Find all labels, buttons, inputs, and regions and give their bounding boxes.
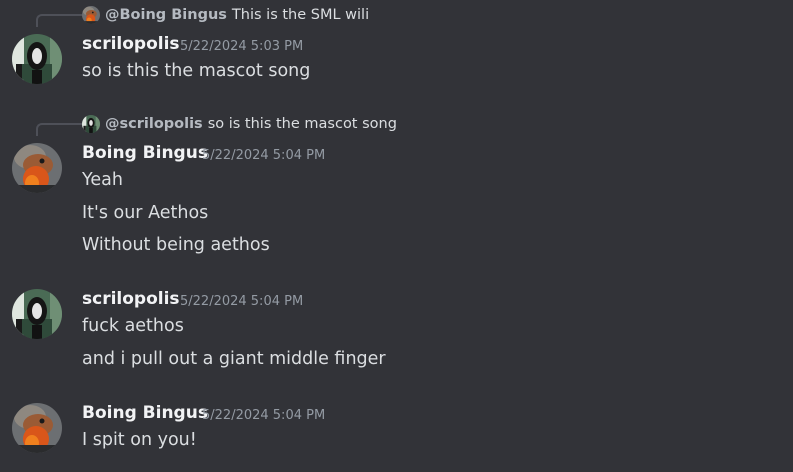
message-text: Yeah xyxy=(82,170,123,190)
dark-figure-avatar-icon xyxy=(82,115,100,133)
reply-text: This is the SML wili xyxy=(231,7,370,23)
message-timestamp: 5/22/2024 5:04 PM xyxy=(202,408,326,423)
reply-preview[interactable]: @scrilopolis so is this the mascot song xyxy=(82,114,397,134)
chat-messages: @Boing Bingus This is the SML wili scril… xyxy=(0,0,793,472)
message-author[interactable]: scrilopolis xyxy=(82,289,180,309)
reply-connector xyxy=(36,14,82,27)
reply-author[interactable]: @Boing Bingus xyxy=(105,7,227,23)
bird-avatar-icon[interactable] xyxy=(12,403,62,453)
message-text: It's our Aethos xyxy=(82,203,209,223)
message-timestamp: 5/22/2024 5:04 PM xyxy=(202,148,326,163)
message-text: I spit on you! xyxy=(82,430,197,450)
message-text: fuck aethos xyxy=(82,316,184,336)
bird-avatar-icon[interactable] xyxy=(12,143,62,193)
message-author[interactable]: Boing Bingus xyxy=(82,403,208,423)
message-author[interactable]: Boing Bingus xyxy=(82,143,208,163)
reply-author[interactable]: @scrilopolis xyxy=(105,116,203,132)
reply-connector xyxy=(36,123,82,136)
dark-figure-avatar-icon[interactable] xyxy=(12,34,62,84)
reply-preview[interactable]: @Boing Bingus This is the SML wili xyxy=(82,5,369,25)
message-timestamp: 5/22/2024 5:04 PM xyxy=(180,294,304,309)
message-author[interactable]: scrilopolis xyxy=(82,34,180,54)
message-timestamp: 5/22/2024 5:03 PM xyxy=(180,39,304,54)
bird-avatar-icon xyxy=(82,6,100,24)
message-text: so is this the mascot song xyxy=(82,61,311,81)
message-text: and i pull out a giant middle finger xyxy=(82,349,386,369)
reply-text: so is this the mascot song xyxy=(207,116,397,132)
dark-figure-avatar-icon[interactable] xyxy=(12,289,62,339)
message-text: Without being aethos xyxy=(82,235,270,255)
